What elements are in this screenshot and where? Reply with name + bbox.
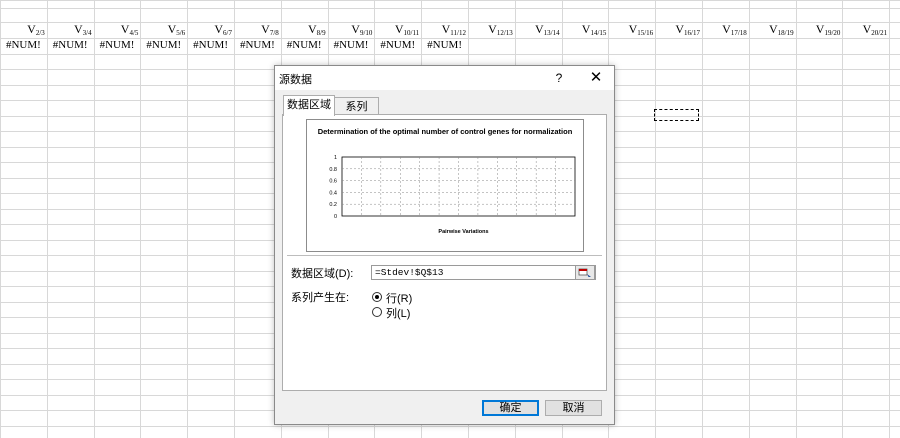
y-tick-label: 0.4	[329, 190, 337, 196]
chart-preview: Determination of the optimal number of c…	[306, 119, 584, 252]
radio-rows-label: 行(R)	[386, 293, 413, 305]
tab-panel: Determination of the optimal number of c…	[282, 114, 607, 391]
error-cell[interactable]: #NUM!	[328, 38, 375, 52]
column-header: V16/17	[675, 22, 700, 37]
source-data-dialog: 源数据 ? ✕ 数据区域 系列 Determination of the opt…	[274, 65, 615, 425]
column-header: V6/7	[214, 22, 232, 37]
range-picker-icon[interactable]	[575, 265, 595, 280]
x-axis-label: Pairwise Variations	[438, 229, 488, 235]
error-cell[interactable]: #NUM!	[140, 38, 187, 52]
radio-rows[interactable]	[372, 292, 382, 302]
close-icon[interactable]: ✕	[587, 69, 605, 87]
column-header: V15/16	[628, 22, 654, 37]
y-tick-label: 0.2	[329, 202, 337, 208]
column-header: V10/11	[394, 22, 420, 37]
column-header: V8/9	[307, 22, 326, 37]
error-cell[interactable]: #NUM!	[0, 38, 47, 52]
separator	[287, 255, 602, 256]
column-header: V14/15	[581, 22, 607, 37]
error-cell[interactable]: #NUM!	[187, 38, 234, 52]
column-header: V20/21	[862, 22, 888, 37]
ok-button[interactable]: 确定	[482, 400, 539, 416]
range-input[interactable]: =Stdev!$Q$13	[371, 265, 596, 280]
column-header: V13/14	[534, 22, 560, 37]
error-cell[interactable]: #NUM!	[234, 38, 281, 52]
dialog-titlebar[interactable]: 源数据 ? ✕	[275, 66, 614, 90]
series-in-label: 系列产生在:	[291, 292, 350, 304]
chart-plot: 1 0.8 0.6 0.4 0.2 0 Pairwise Variations	[329, 155, 576, 235]
error-cell[interactable]: #NUM!	[421, 38, 468, 52]
y-tick-label: 0.6	[329, 179, 337, 185]
radio-columns-label: 列(L)	[386, 308, 411, 320]
y-tick-label: 1	[334, 155, 337, 161]
column-header: V3/4	[73, 22, 92, 37]
column-header: V19/20	[815, 22, 841, 37]
dialog-title: 源数据	[279, 74, 312, 86]
column-header: V12/13	[488, 22, 513, 37]
cancel-button[interactable]: 取消	[545, 400, 602, 416]
radio-columns[interactable]	[372, 307, 382, 317]
column-header: V9/10	[351, 22, 373, 37]
error-cell[interactable]: #NUM!	[281, 38, 328, 52]
column-header: V18/19	[768, 22, 794, 37]
range-input-value: =Stdev!$Q$13	[375, 267, 444, 278]
error-cell[interactable]: #NUM!	[94, 38, 141, 52]
y-tick-label: 0.8	[329, 167, 337, 173]
range-label: 数据区域(D):	[291, 268, 354, 280]
column-header: V2/3	[27, 22, 45, 37]
column-header: V7/8	[261, 22, 279, 37]
copy-marquee	[654, 109, 699, 121]
column-header: V5/6	[167, 22, 186, 37]
column-header: V17/18	[722, 22, 747, 37]
y-tick-label: 0	[334, 214, 337, 220]
error-cell[interactable]: #NUM!	[47, 38, 94, 52]
tab-data-range[interactable]: 数据区域	[283, 95, 335, 116]
error-cell[interactable]: #NUM!	[374, 38, 421, 52]
column-header: V11/12	[441, 22, 466, 37]
column-header: V4/5	[120, 22, 139, 37]
help-button[interactable]: ?	[550, 69, 568, 87]
